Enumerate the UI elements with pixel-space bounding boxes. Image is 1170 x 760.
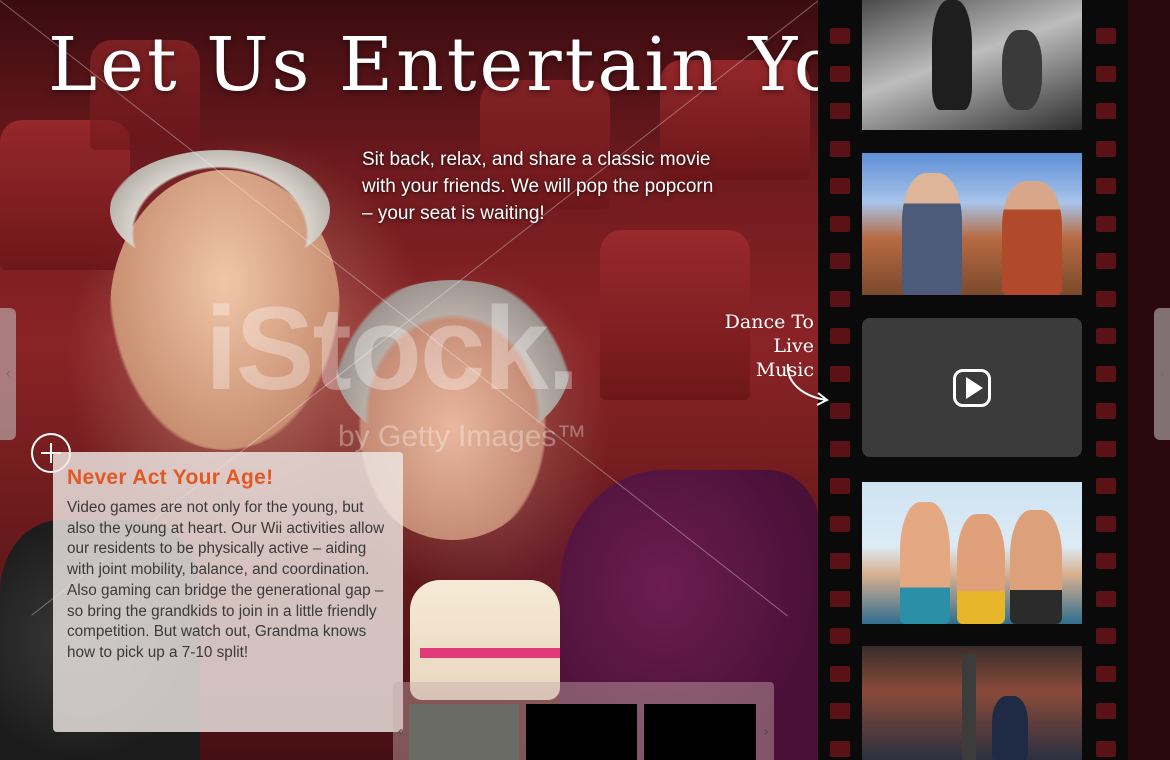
sprocket-hole: [830, 516, 850, 532]
lamp-post: [962, 654, 976, 760]
sprocket-hole: [830, 478, 850, 494]
sprocket-hole: [1096, 328, 1116, 344]
cowboy-figure: [902, 173, 962, 295]
sprocket-hole: [1096, 403, 1116, 419]
sprocket-hole: [830, 403, 850, 419]
carousel-prev-button[interactable]: ‹: [393, 702, 407, 760]
sprocket-hole: [1096, 216, 1116, 232]
sprocket-hole: [830, 553, 850, 569]
sprocket-hole: [1096, 66, 1116, 82]
dancer-figure: [992, 696, 1028, 760]
man-hair: [110, 150, 330, 270]
sprocket-hole: [1096, 141, 1116, 157]
film-frame-1[interactable]: [862, 0, 1082, 130]
sprocket-hole: [830, 291, 850, 307]
sprocket-hole: [830, 253, 850, 269]
chevron-left-icon: ‹: [397, 724, 403, 740]
beach-figure: [957, 514, 1005, 624]
sprocket-hole: [830, 628, 850, 644]
sprocket-hole: [1096, 628, 1116, 644]
next-slide-button[interactable]: ›: [1154, 308, 1170, 440]
sprocket-hole: [1096, 741, 1116, 757]
sprocket-hole: [1096, 516, 1116, 532]
sprocket-hole: [1096, 553, 1116, 569]
sprocket-hole: [1096, 591, 1116, 607]
curved-arrow-icon: [786, 363, 829, 406]
info-card: Never Act Your Age! Video games are not …: [53, 452, 403, 732]
sprocket-hole: [1096, 178, 1116, 194]
sprocket-hole: [1096, 103, 1116, 119]
sprocket-hole: [1096, 666, 1116, 682]
popcorn-stripe: [420, 648, 560, 658]
sprocket-hole: [830, 741, 850, 757]
watermark-caption: by Getty Images™: [338, 420, 587, 453]
page-title: Let Us Entertain You: [48, 22, 892, 108]
carousel-next-button[interactable]: ›: [759, 702, 773, 760]
prev-slide-button[interactable]: ‹: [0, 308, 16, 440]
sprocket-hole: [830, 366, 850, 382]
sprocket-hole: [830, 216, 850, 232]
sprocket-hole: [830, 103, 850, 119]
sprocket-hole: [830, 141, 850, 157]
chevron-left-icon: ‹: [5, 366, 11, 382]
play-icon[interactable]: [953, 368, 991, 407]
chevron-right-icon: ›: [763, 724, 769, 740]
carousel-thumbnail[interactable]: [409, 704, 519, 760]
watermark-logo: iStock.: [205, 283, 580, 415]
figure-silhouette: [1002, 30, 1042, 110]
video-player[interactable]: [862, 318, 1082, 457]
film-frame-5[interactable]: [862, 646, 1082, 760]
sprocket-hole: [830, 66, 850, 82]
intro-text: Sit back, relax, and share a classic mov…: [362, 149, 714, 224]
sprocket-hole: [830, 591, 850, 607]
beach-figure: [900, 502, 950, 624]
sprocket-hole: [1096, 291, 1116, 307]
sprocket-hole: [830, 28, 850, 44]
sprocket-hole: [1096, 28, 1116, 44]
film-frame-2[interactable]: [862, 153, 1082, 295]
film-frame-4[interactable]: [862, 482, 1082, 624]
chevron-right-icon: ›: [1159, 366, 1165, 382]
sprocket-hole: [830, 703, 850, 719]
beach-figure: [1010, 510, 1062, 624]
sprocket-hole: [1096, 703, 1116, 719]
sprocket-hole: [1096, 366, 1116, 382]
sprocket-hole: [1096, 253, 1116, 269]
card-title: Never Act Your Age!: [67, 466, 274, 489]
sprocket-hole: [830, 178, 850, 194]
thumbnail-carousel: ‹ ›: [393, 682, 774, 760]
figure-silhouette: [932, 0, 972, 110]
carousel-thumbnail[interactable]: [526, 704, 637, 760]
sprocket-hole: [1096, 441, 1116, 457]
sprocket-hole: [830, 441, 850, 457]
cowboy-figure: [1002, 181, 1062, 295]
card-body: Video games are not only for the young, …: [67, 499, 385, 661]
sprocket-hole: [1096, 478, 1116, 494]
sprocket-hole: [830, 328, 850, 344]
carousel-thumbnail[interactable]: [644, 704, 756, 760]
sprocket-hole: [830, 666, 850, 682]
